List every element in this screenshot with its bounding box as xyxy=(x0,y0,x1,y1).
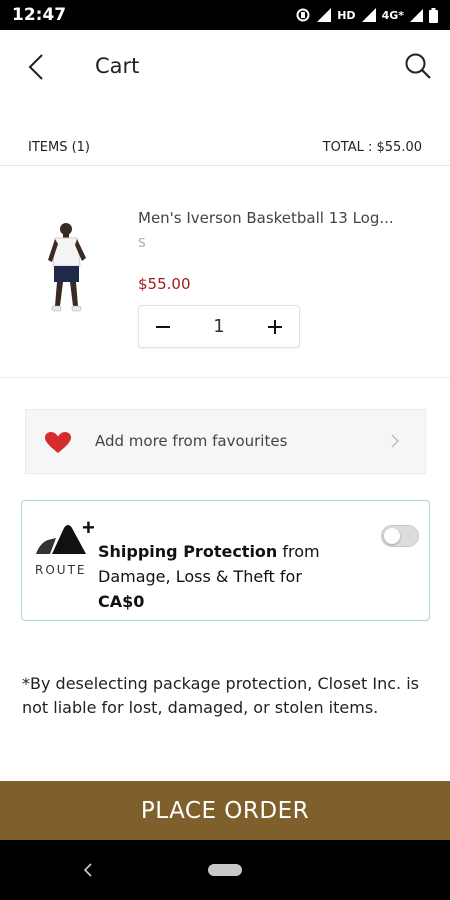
status-bar: 12:47 HD 4G* xyxy=(0,0,450,30)
minus-icon xyxy=(156,325,170,328)
protection-price: CA$0 xyxy=(98,592,145,611)
system-nav-bar xyxy=(0,840,450,900)
page-title: Cart xyxy=(95,54,140,78)
plus-icon: + xyxy=(82,515,95,540)
signal-hd-icon xyxy=(317,8,332,22)
signal-icon xyxy=(361,8,376,22)
quantity-value: 1 xyxy=(213,316,225,337)
chevron-left-icon xyxy=(28,54,43,80)
status-time: 12:47 xyxy=(12,5,67,25)
cart-total: TOTAL : $55.00 xyxy=(322,140,422,155)
plus-icon xyxy=(268,319,282,334)
toggle-knob xyxy=(384,528,400,544)
increase-quantity-button[interactable] xyxy=(251,306,299,347)
shipping-protection-description: Shipping Protection from Damage, Loss & … xyxy=(98,539,353,614)
app-header: Cart xyxy=(0,30,450,104)
search-button[interactable] xyxy=(402,50,434,82)
cell-signal-icon xyxy=(410,9,423,22)
route-brand: ROUTE xyxy=(35,563,87,577)
signal-label: 4G* xyxy=(381,8,404,22)
add-from-favourites-row[interactable]: Add more from favourites xyxy=(25,409,426,474)
protection-title: Shipping Protection xyxy=(98,542,278,561)
back-button[interactable] xyxy=(22,52,50,82)
disclaimer-text: *By deselecting package protection, Clos… xyxy=(22,674,419,717)
system-back-button[interactable] xyxy=(78,860,98,880)
shipping-protection-card: + ROUTE Shipping Protection from Damage,… xyxy=(21,500,430,621)
product-size: S xyxy=(138,236,146,250)
quantity-stepper: 1 xyxy=(138,305,300,348)
battery-icon xyxy=(429,7,438,23)
decrease-quantity-button[interactable] xyxy=(139,306,187,347)
network-label: HD xyxy=(337,8,356,22)
chevron-right-icon xyxy=(391,434,399,448)
product-name[interactable]: Men's Iverson Basketball 13 Log... xyxy=(138,209,428,227)
heart-icon xyxy=(45,432,71,453)
cart-item: Men's Iverson Basketball 13 Log... S $55… xyxy=(0,176,450,378)
items-count: ITEMS (1) xyxy=(28,140,91,155)
product-image[interactable] xyxy=(40,220,96,320)
product-price: $55.00 xyxy=(138,275,191,293)
data-saver-icon xyxy=(296,8,310,22)
status-icons: HD 4G* xyxy=(295,7,438,23)
back-arrow-icon xyxy=(84,863,92,877)
system-home-button[interactable] xyxy=(208,864,242,876)
cart-summary: ITEMS (1) TOTAL : $55.00 xyxy=(0,130,450,166)
shipping-protection-toggle[interactable] xyxy=(381,525,419,547)
place-order-button[interactable]: PLACE ORDER xyxy=(0,781,450,840)
favourites-label: Add more from favourites xyxy=(95,432,288,450)
search-icon xyxy=(405,53,431,79)
